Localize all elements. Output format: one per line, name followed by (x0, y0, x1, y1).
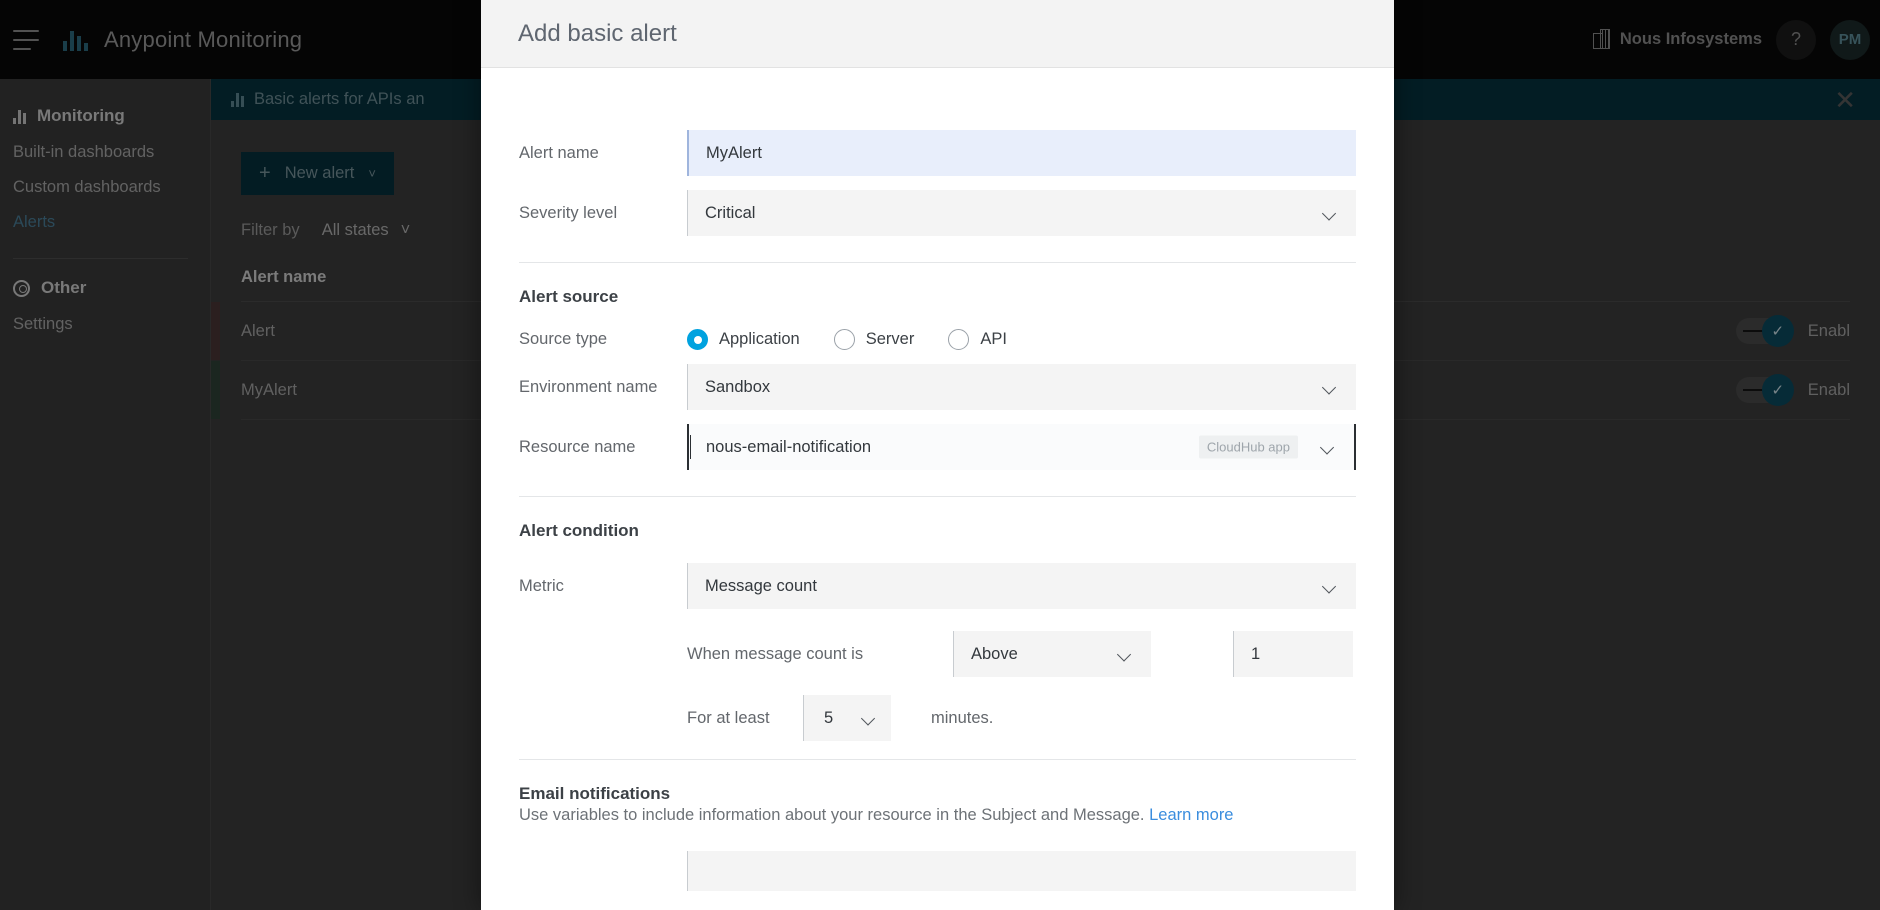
field-row-alert-name: Alert name MyAlert (519, 130, 1356, 176)
chevron-down-icon (1322, 443, 1336, 452)
resource-name-combobox[interactable]: nous-email-notification CloudHub app (687, 424, 1356, 470)
condition-threshold-row: When message count is Above 1 (687, 631, 1356, 677)
section-heading-email-notifications: Email notifications (519, 784, 671, 803)
section-heading-alert-condition: Alert condition (519, 521, 639, 540)
alert-name-label: Alert name (519, 143, 599, 162)
environment-name-label: Environment name (519, 377, 658, 396)
alert-name-input[interactable]: MyAlert (687, 130, 1356, 176)
email-subject-input[interactable] (687, 851, 1356, 891)
radio-dot-icon (948, 329, 970, 350)
resource-name-value: nous-email-notification (706, 437, 872, 456)
condition-duration-row: For at least 5 minutes. (687, 695, 1356, 741)
source-type-label: Source type (519, 330, 608, 348)
text-cursor (690, 435, 691, 459)
field-row-metric: Metric Message count (519, 563, 1356, 609)
dialog-title: Add basic alert (518, 19, 677, 47)
learn-more-link[interactable]: Learn more (1149, 806, 1233, 824)
resource-type-badge: CloudHub app (1198, 435, 1298, 459)
divider (519, 262, 1356, 263)
radio-server[interactable]: Server (833, 329, 914, 350)
section-heading-alert-source: Alert source (519, 287, 619, 306)
resource-name-label: Resource name (519, 437, 636, 456)
metric-select[interactable]: Message count (687, 563, 1356, 609)
threshold-input[interactable]: 1 (1233, 631, 1353, 677)
email-description-text: Use variables to include information abo… (519, 806, 1150, 824)
metric-label: Metric (519, 576, 564, 595)
add-basic-alert-dialog: Add basic alert Alert name MyAlert Sever… (481, 0, 1394, 910)
chevron-down-icon (1119, 650, 1133, 659)
radio-application[interactable]: Application (687, 329, 800, 350)
divider (519, 759, 1356, 760)
radio-api[interactable]: API (948, 329, 1007, 350)
radio-dot-icon (833, 329, 855, 350)
field-row-source-type: Source type Application Server API (519, 329, 1356, 350)
duration-select[interactable]: 5 (803, 695, 891, 741)
minutes-label: minutes. (931, 708, 994, 727)
field-row-environment-name: Environment name Sandbox (519, 364, 1356, 410)
divider (519, 496, 1356, 497)
operator-select[interactable]: Above (953, 631, 1151, 677)
when-message-count-label: When message count is (687, 644, 864, 663)
field-row-resource-name: Resource name nous-email-notification Cl… (519, 424, 1356, 470)
dialog-header: Add basic alert (481, 0, 1394, 68)
field-row-severity-level: Severity level Critical (519, 190, 1356, 236)
dialog-body: Alert name MyAlert Severity level Critic… (481, 68, 1394, 910)
environment-name-select[interactable]: Sandbox (687, 364, 1356, 410)
radio-dot-icon (687, 329, 708, 350)
severity-level-select[interactable]: Critical (687, 190, 1356, 236)
source-type-radio-group: Application Server API (687, 329, 1356, 350)
severity-level-label: Severity level (519, 203, 618, 222)
for-at-least-label: For at least (687, 708, 770, 727)
chevron-down-icon (863, 714, 877, 723)
email-notifications-description: Use variables to include information abo… (519, 806, 1356, 825)
